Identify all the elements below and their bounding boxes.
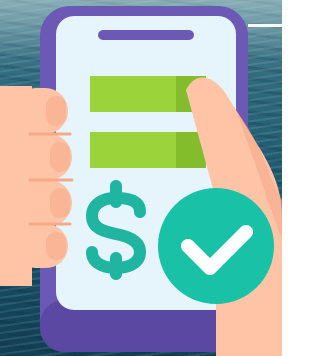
- speaker-icon: [98, 30, 194, 40]
- check-badge-icon: [157, 187, 274, 304]
- left-hand-fingers: [0, 86, 74, 286]
- payment-illustration: [0, 6, 282, 356]
